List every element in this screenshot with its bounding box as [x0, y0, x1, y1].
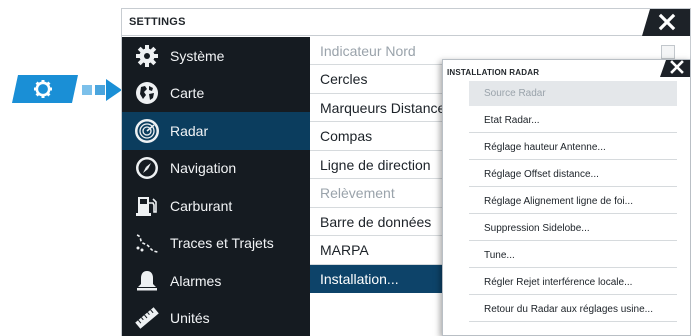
popup-item-source-radar[interactable]: Source Radar [469, 81, 677, 106]
settings-title: SETTINGS [129, 16, 186, 28]
trails-icon [134, 230, 160, 256]
option-installation[interactable]: Installation... [310, 265, 445, 293]
sidebar-item-label: Radar [170, 122, 209, 139]
sidebar-item-navigation[interactable]: Navigation [122, 150, 310, 188]
sidebar-item-alarmes[interactable]: Alarmes [122, 262, 310, 300]
arrow-right-icon [82, 79, 122, 101]
indicateur-nord-checkbox[interactable] [661, 45, 675, 59]
sidebar-item-label: Carte [170, 85, 205, 102]
radar-icon [134, 118, 160, 144]
popup-item-sidelobe[interactable]: Suppression Sidelobe... [469, 216, 677, 241]
sidebar-item-label: Alarmes [170, 272, 222, 289]
option-ligne-de-direction[interactable]: Ligne de direction [310, 151, 445, 179]
gear-icon [134, 43, 160, 69]
sidebar-item-label: Traces et Trajets [170, 235, 274, 252]
popup-item-hauteur-antenne[interactable]: Réglage hauteur Antenne... [469, 135, 677, 160]
settings-sidebar: Système Carte Radar Navigation Carburant… [122, 37, 310, 336]
gear-badge [12, 75, 78, 103]
option-cercles[interactable]: Cercles [310, 66, 445, 94]
sidebar-item-traces[interactable]: Traces et Trajets [122, 225, 310, 263]
fuel-pump-icon [134, 193, 160, 219]
sidebar-item-systeme[interactable]: Système [122, 37, 310, 75]
option-indicateur-nord[interactable]: Indicateur Nord [310, 37, 445, 65]
option-barre-de-donnees[interactable]: Barre de données [310, 208, 445, 236]
installation-radar-dialog: INSTALLATION RADAR Source Radar Etat Rad… [442, 59, 691, 336]
popup-title: INSTALLATION RADAR [447, 68, 540, 77]
popup-item-tune[interactable]: Tune... [469, 243, 677, 268]
popup-item-offset-distance[interactable]: Réglage Offset distance... [469, 162, 677, 187]
sidebar-item-label: Unités [170, 310, 210, 327]
option-marpa[interactable]: MARPA [310, 237, 445, 265]
bell-icon [134, 268, 160, 294]
popup-item-rejet-interference[interactable]: Régler Rejet interférence locale... [469, 270, 677, 295]
popup-close-button[interactable] [660, 60, 690, 77]
popup-item-reglages-usine[interactable]: Retour du Radar aux réglages usine... [469, 297, 677, 322]
compass-icon [134, 155, 160, 181]
option-compas[interactable]: Compas [310, 123, 445, 151]
popup-item-alignement[interactable]: Réglage Alignement ligne de foi... [469, 189, 677, 214]
sidebar-item-label: Système [170, 47, 225, 64]
gear-icon [34, 80, 52, 98]
settings-header: SETTINGS [122, 9, 690, 36]
sidebar-item-label: Carburant [170, 197, 233, 214]
ruler-icon [134, 305, 160, 331]
sidebar-item-unites[interactable]: Unités [122, 300, 310, 336]
chart-globe-icon [134, 80, 160, 106]
sidebar-item-label: Navigation [170, 160, 237, 177]
option-marqueurs-distance[interactable]: Marqueurs Distance [310, 94, 445, 122]
sidebar-item-radar[interactable]: Radar [122, 112, 310, 150]
sidebar-item-carburant[interactable]: Carburant [122, 187, 310, 225]
settings-close-button[interactable] [642, 9, 690, 36]
popup-item-etat-radar[interactable]: Etat Radar... [469, 108, 677, 133]
option-relevement[interactable]: Relèvement [310, 180, 445, 208]
sidebar-item-carte[interactable]: Carte [122, 75, 310, 113]
